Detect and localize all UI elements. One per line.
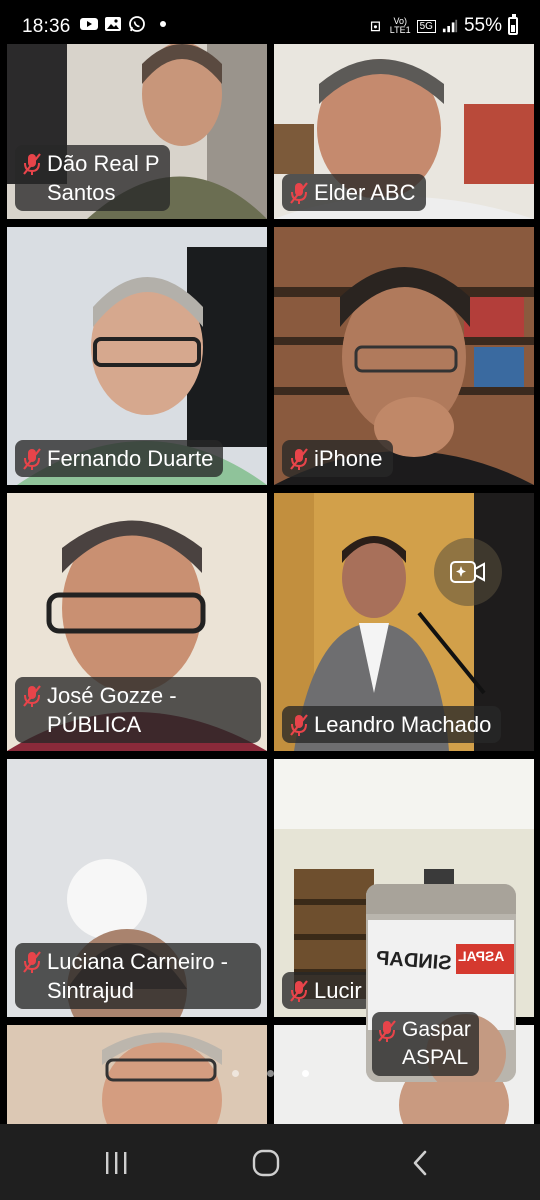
more-notifications-dot (160, 21, 166, 27)
participant-tile[interactable]: Leandro Machado (274, 493, 534, 751)
recents-button[interactable] (92, 1146, 140, 1180)
notification-icons (80, 16, 166, 32)
self-name: Gaspar ASPAL (402, 1018, 471, 1069)
system-nav-bar (0, 1124, 540, 1200)
whatsapp-icon (129, 16, 145, 32)
participant-name: Elder ABC (314, 180, 416, 205)
back-icon (413, 1150, 427, 1176)
mic-muted-icon (290, 448, 308, 470)
youtube-icon (80, 18, 98, 30)
mic-muted-icon (290, 714, 308, 736)
home-button[interactable] (242, 1146, 290, 1180)
network-type-indicator: 5G (416, 19, 436, 33)
participant-tile[interactable]: Luciana Carneiro - Sintrajud (7, 759, 267, 1017)
camera-sparkle-icon (450, 561, 485, 583)
page-dot[interactable] (267, 1070, 274, 1077)
mic-muted-icon (290, 980, 308, 1002)
self-name-label: Gaspar ASPAL (372, 1012, 479, 1076)
participant-name: Dão Real P Santos (47, 151, 160, 205)
participant-name-label: Luciana Carneiro - Sintrajud (15, 943, 261, 1009)
battery-percent: 55% (463, 15, 502, 36)
participant-name-label: Leandro Machado (282, 706, 502, 743)
participant-name-label: José Gozze - PÚBLICA (15, 677, 261, 743)
page-dot-active[interactable] (302, 1070, 309, 1077)
participant-name-label: Elder ABC (282, 174, 426, 211)
participant-name-label: Fernando Duarte (15, 440, 224, 477)
home-icon (252, 1149, 280, 1177)
participant-video (7, 1025, 267, 1126)
volte-indicator: Vo) LTE1 (389, 16, 411, 35)
mic-muted-icon (23, 685, 41, 707)
participant-name-label: iPhone (282, 440, 393, 477)
signal-icon (442, 19, 458, 33)
participant-name-label: Dão Real P Santos (15, 145, 170, 211)
mic-muted-icon (290, 182, 308, 204)
participant-name: José Gozze - PÚBLICA (47, 683, 177, 737)
participant-tile[interactable] (7, 1025, 267, 1126)
page-dot[interactable] (232, 1070, 239, 1077)
mic-muted-icon (23, 951, 41, 973)
self-view[interactable]: ASPAL SINDAP Gaspar ASPAL (366, 884, 516, 1082)
recents-icon (106, 1152, 127, 1174)
mic-muted-icon (378, 1020, 396, 1042)
camera-effects-button[interactable] (434, 538, 502, 606)
battery-icon (508, 14, 518, 35)
participant-name: Luciana Carneiro - Sintrajud (47, 949, 228, 1003)
participant-tile[interactable]: Fernando Duarte (7, 227, 267, 485)
status-time: 18:36 (22, 16, 71, 37)
participant-tile[interactable]: José Gozze - PÚBLICA (7, 493, 267, 751)
alarm-icon (370, 21, 380, 32)
participant-name: Fernando Duarte (47, 446, 214, 471)
gallery-icon (105, 17, 121, 31)
participant-tile[interactable]: iPhone (274, 227, 534, 485)
mic-muted-icon (23, 153, 41, 175)
page-indicator[interactable] (232, 1070, 309, 1077)
banner-text-aspal: ASPAL (458, 948, 505, 964)
participant-name-label: Lucir (282, 972, 372, 1009)
participant-name: iPhone (314, 446, 383, 471)
system-icons: Vo) LTE1 5G 55% (370, 14, 518, 37)
participant-name: Lucir (314, 978, 362, 1003)
back-button[interactable] (396, 1146, 444, 1180)
mic-muted-icon (23, 448, 41, 470)
participant-tile[interactable]: Elder ABC (274, 44, 534, 219)
participant-name: Leandro Machado (314, 712, 492, 737)
participant-tile[interactable]: Dão Real P Santos (7, 44, 267, 219)
